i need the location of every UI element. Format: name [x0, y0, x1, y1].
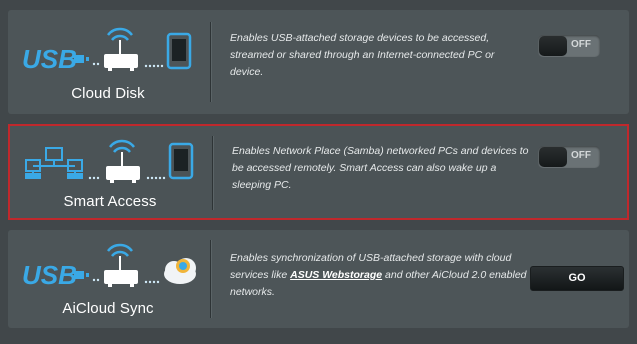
router-icon: [106, 139, 140, 183]
connection-dots: [144, 280, 160, 284]
service-row-aicloud-sync: USB AiCloud Sync Enables synchronization…: [8, 230, 629, 328]
divider: [212, 136, 213, 210]
aicloud-sync-title: AiCloud Sync: [62, 300, 154, 317]
connection-dots: [88, 176, 100, 180]
aicloud-sync-illustration: USB AiCloud Sync: [8, 230, 208, 328]
usb-icon: USB: [22, 260, 89, 290]
smart-access-illustration: Smart Access: [10, 126, 210, 218]
cloud-disk-title: Cloud Disk: [71, 85, 145, 102]
service-row-smart-access: Smart Access Enables Network Place (Samb…: [8, 124, 629, 220]
toggle-state: OFF: [571, 39, 591, 50]
asus-webstorage-link[interactable]: ASUS Webstorage: [290, 269, 382, 281]
smart-access-toggle[interactable]: OFF: [538, 146, 600, 168]
smart-access-description: Enables Network Place (Samba) networked …: [232, 145, 529, 191]
connection-dots: [144, 64, 164, 68]
networked-computers-icon: [25, 147, 83, 179]
cloud-disk-description: Enables USB-attached storage devices to …: [230, 32, 495, 78]
divider: [210, 240, 211, 318]
connection-dots: [146, 176, 166, 180]
phone-icon: [168, 142, 194, 180]
svg-text:USB: USB: [22, 260, 77, 290]
aicloud-sync-description: Enables synchronization of USB-attached …: [230, 250, 530, 301]
toggle-state: OFF: [571, 150, 591, 161]
divider: [210, 22, 211, 102]
toggle-knob: [539, 147, 567, 167]
service-row-cloud-disk: USB Cloud Disk Enables USB-attached stor…: [8, 10, 629, 114]
usb-icon: USB: [22, 44, 89, 74]
connection-dots: [92, 62, 100, 66]
go-button[interactable]: GO: [530, 266, 624, 291]
phone-icon: [166, 32, 192, 70]
toggle-knob: [539, 36, 567, 56]
aicloud-panel: USB Cloud Disk Enables USB-attached stor…: [0, 0, 637, 344]
cloud-disk-illustration: USB Cloud Disk: [8, 10, 208, 114]
smart-access-title: Smart Access: [63, 193, 157, 210]
connection-dots: [92, 278, 100, 282]
router-icon: [104, 27, 138, 71]
cloud-disk-toggle[interactable]: OFF: [538, 35, 600, 57]
cloud-icon: [164, 258, 196, 284]
router-icon: [104, 243, 138, 287]
svg-text:USB: USB: [22, 44, 77, 74]
